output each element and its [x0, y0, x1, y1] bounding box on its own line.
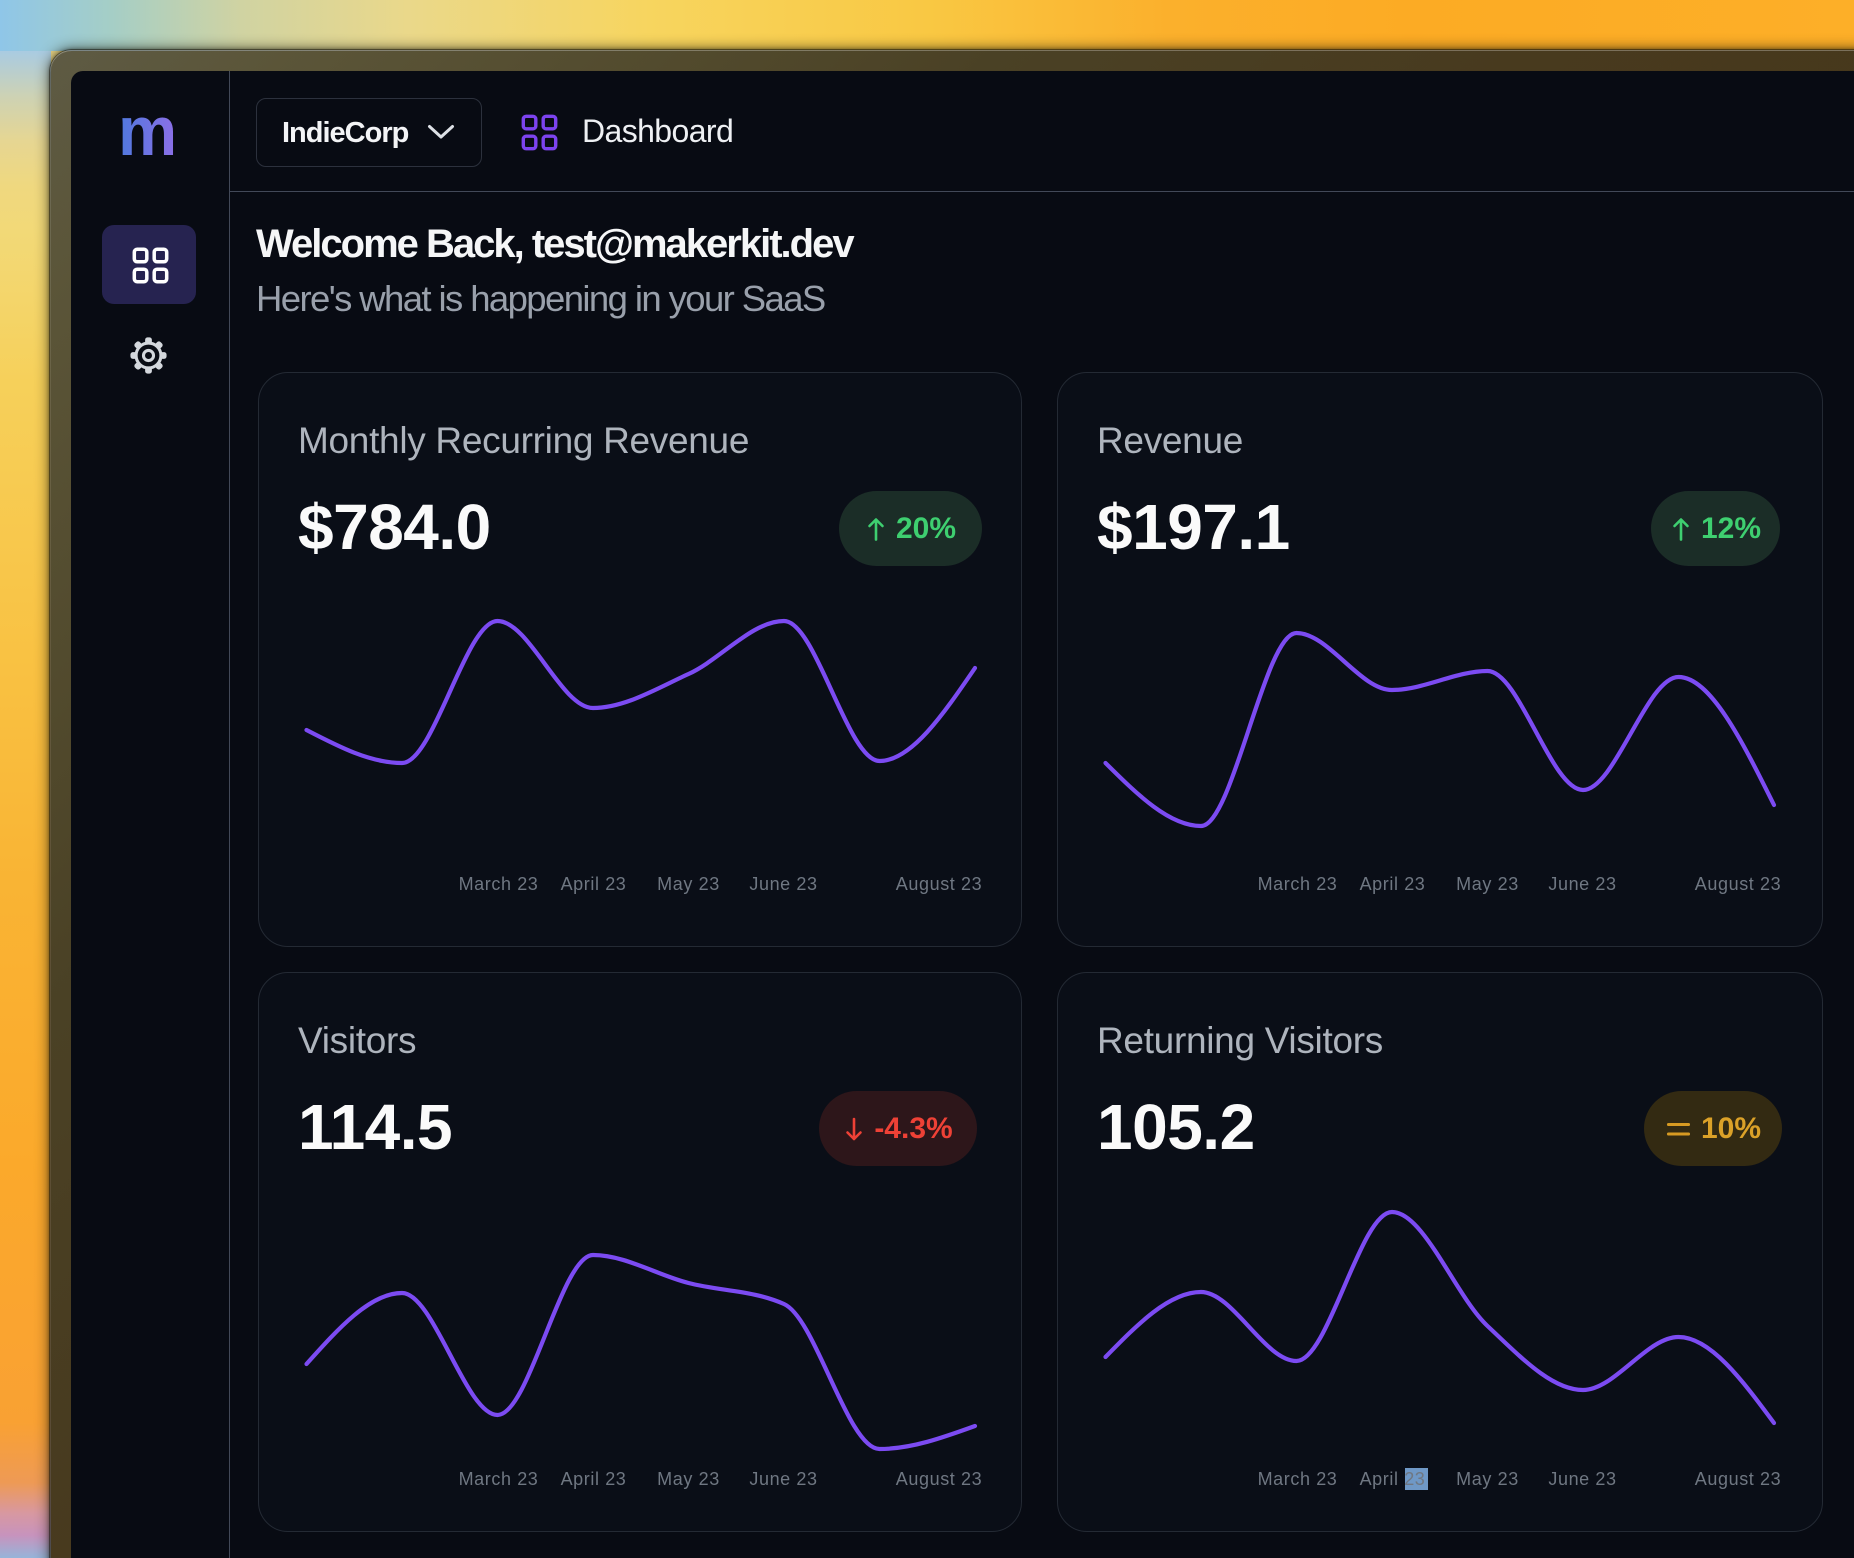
svg-text:June 23: June 23	[1548, 874, 1616, 894]
svg-text:March 23: March 23	[1258, 1469, 1338, 1489]
svg-text:May 23: May 23	[657, 874, 720, 894]
svg-text:May 23: May 23	[657, 1469, 720, 1489]
svg-text:June 23: June 23	[749, 1469, 817, 1489]
svg-text:March 23: March 23	[1258, 874, 1338, 894]
svg-text:June 23: June 23	[1548, 1469, 1616, 1489]
svg-text:April 23: April 23	[1360, 874, 1426, 894]
svg-text:August 23: August 23	[896, 1469, 982, 1489]
svg-text:March 23: March 23	[459, 874, 539, 894]
svg-text:March 23: March 23	[459, 1469, 539, 1489]
svg-text:August 23: August 23	[896, 874, 982, 894]
svg-text:June 23: June 23	[749, 874, 817, 894]
svg-text:April 23: April 23	[1360, 1469, 1426, 1489]
svg-text:April 23: April 23	[561, 874, 627, 894]
svg-text:August 23: August 23	[1695, 874, 1781, 894]
svg-text:May 23: May 23	[1456, 874, 1519, 894]
svg-text:May 23: May 23	[1456, 1469, 1519, 1489]
svg-text:April 23: April 23	[561, 1469, 627, 1489]
svg-text:August 23: August 23	[1695, 1469, 1781, 1489]
